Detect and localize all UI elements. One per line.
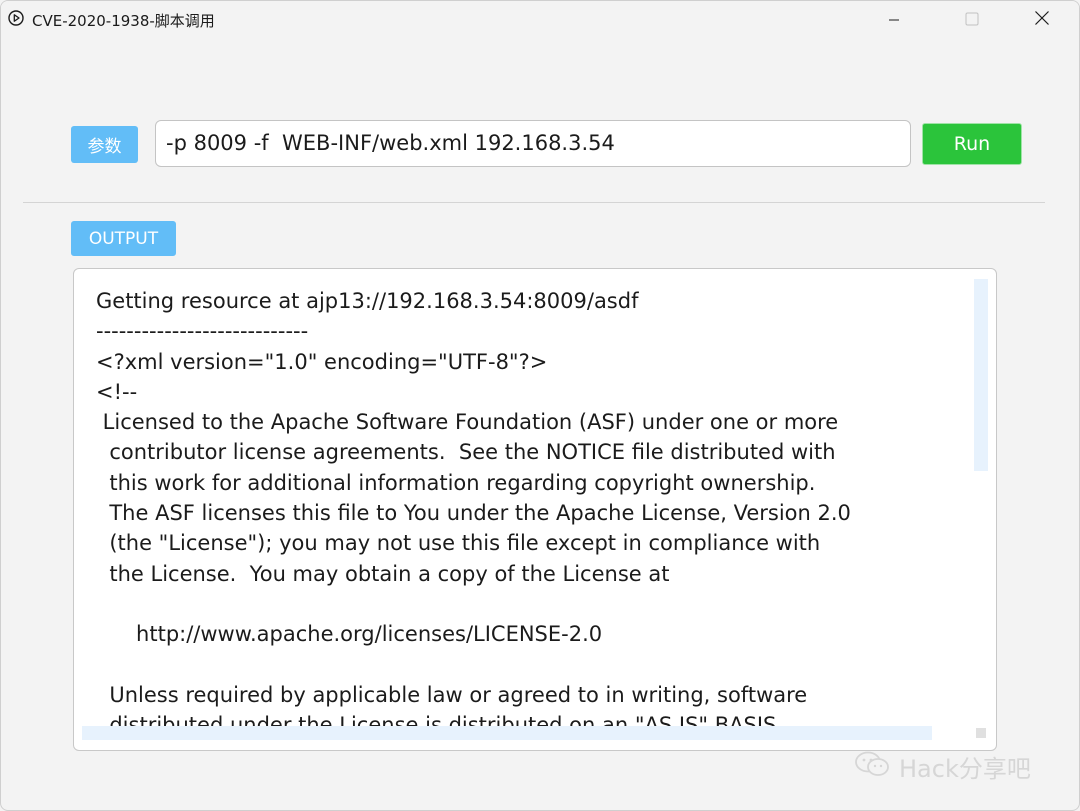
vertical-scrollbar[interactable] — [974, 279, 988, 729]
output-label: OUTPUT — [71, 221, 176, 256]
output-text: Getting resource at ajp13://192.168.3.54… — [96, 289, 851, 726]
wechat-icon — [853, 750, 893, 782]
minimize-button[interactable] — [871, 1, 917, 39]
divider — [23, 202, 1045, 203]
horizontal-scrollbar[interactable] — [82, 726, 932, 740]
params-label: 参数 — [71, 126, 138, 163]
title-bar: CVE-2020-1938-脚本调用 — [1, 1, 1079, 39]
scrollbar-corner — [976, 728, 986, 738]
params-input[interactable] — [155, 120, 911, 167]
vertical-scroll-thumb[interactable] — [974, 279, 988, 471]
app-window: CVE-2020-1938-脚本调用 参数 Run OUTPUT Getting… — [0, 0, 1080, 811]
minimize-icon — [888, 11, 900, 30]
run-button[interactable]: Run — [922, 123, 1022, 165]
close-icon — [1034, 10, 1050, 30]
maximize-icon — [965, 11, 979, 30]
output-textarea[interactable]: Getting resource at ajp13://192.168.3.54… — [73, 268, 997, 751]
maximize-button[interactable] — [949, 1, 995, 39]
play-circle-icon — [8, 10, 24, 26]
watermark-text: Hack分享吧 — [899, 754, 1031, 783]
window-title: CVE-2020-1938-脚本调用 — [32, 12, 215, 30]
watermark: Hack分享吧 — [853, 749, 1053, 783]
close-button[interactable] — [1019, 1, 1065, 39]
